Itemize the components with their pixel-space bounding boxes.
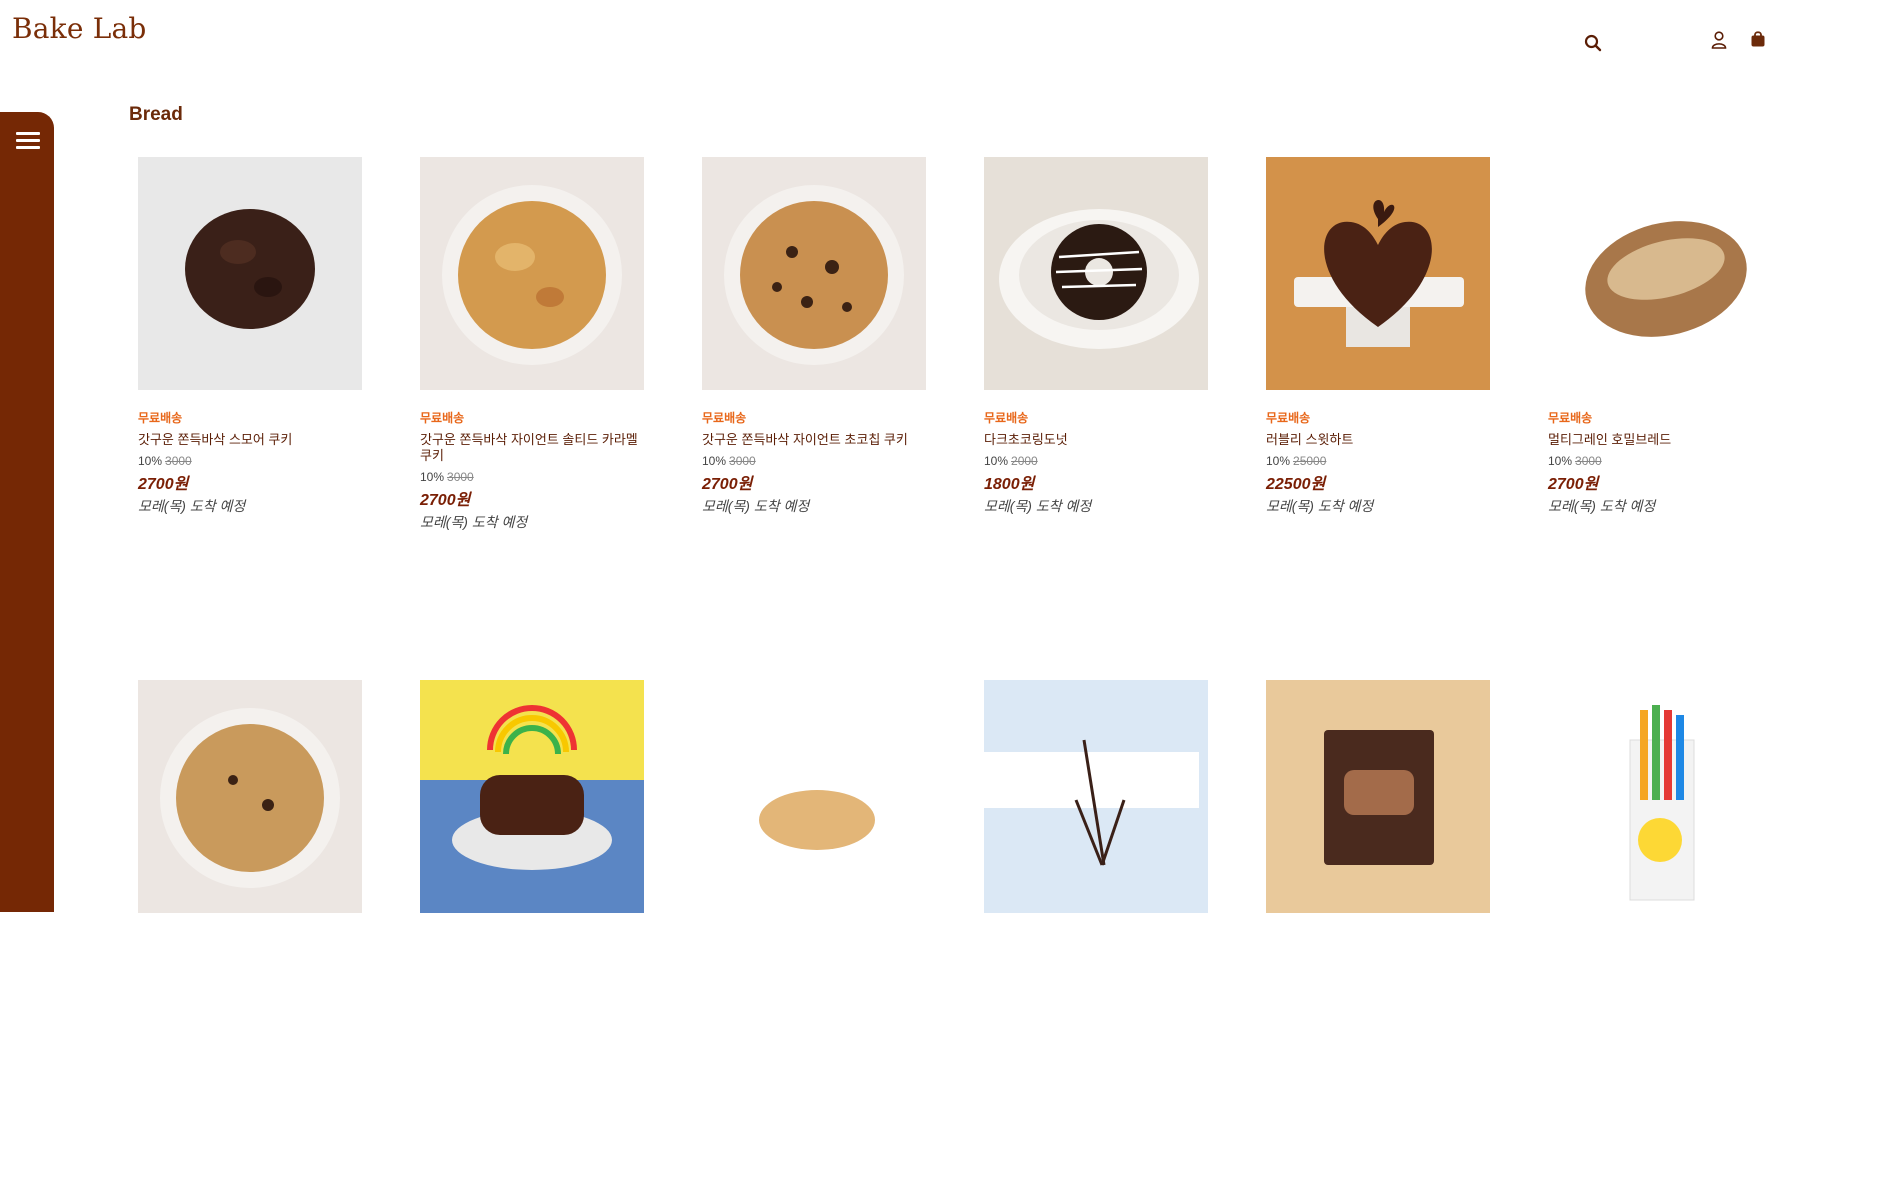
free-shipping-badge: 무료배송 — [138, 411, 183, 425]
free-shipping-badge: 무료배송 — [1266, 411, 1311, 425]
product-image[interactable] — [138, 680, 362, 913]
product-name[interactable]: 러블리 스윗하트 — [1266, 432, 1490, 448]
original-price: 25000 — [1293, 454, 1327, 468]
discount-line: 10% 3000 — [138, 454, 362, 468]
product-card[interactable] — [420, 680, 644, 1203]
product-name[interactable]: 갓구운 쫀득바삭 자이언트 초코칩 쿠키 — [702, 432, 926, 448]
product-name[interactable]: 갓구운 쫀득바삭 자이언트 솔티드 카라멜 쿠키 — [420, 432, 644, 464]
discount-line: 10% 25000 — [1266, 454, 1490, 468]
product-card[interactable]: 무료배송 갓구운 쫀득바삭 자이언트 솔티드 카라멜 쿠키 10% 3000 27… — [420, 157, 644, 680]
discount-rate: 10% — [420, 470, 445, 484]
product-image[interactable] — [702, 157, 926, 390]
product-image[interactable] — [984, 157, 1208, 390]
product-image[interactable] — [138, 157, 362, 390]
discount-rate: 10% — [984, 454, 1009, 468]
free-shipping-badge: 무료배송 — [1548, 411, 1593, 425]
free-shipping-badge: 무료배송 — [702, 411, 747, 425]
delivery-estimate: 모레(목) 도착 예정 — [1266, 498, 1374, 514]
product-card[interactable] — [138, 680, 362, 1203]
product-name[interactable]: 멀티그레인 호밀브레드 — [1548, 432, 1772, 448]
discount-rate: 10% — [702, 454, 727, 468]
product-card[interactable] — [984, 680, 1208, 1203]
delivery-estimate: 모레(목) 도착 예정 — [702, 498, 810, 514]
free-shipping-badge: 무료배송 — [984, 411, 1029, 425]
original-price: 3000 — [447, 470, 474, 484]
sale-price: 2700원 — [702, 476, 753, 493]
delivery-estimate: 모레(목) 도착 예정 — [984, 498, 1092, 514]
discount-line: 10% 3000 — [702, 454, 926, 468]
product-image[interactable] — [1266, 680, 1490, 913]
delivery-estimate: 모레(목) 도착 예정 — [1548, 498, 1656, 514]
original-price: 3000 — [729, 454, 756, 468]
product-card[interactable]: 무료배송 갓구운 쫀득바삭 자이언트 초코칩 쿠키 10% 3000 2700원 … — [702, 157, 926, 680]
free-shipping-badge: 무료배송 — [420, 411, 465, 425]
sale-price: 2700원 — [420, 492, 471, 509]
product-image[interactable] — [702, 680, 926, 913]
product-image[interactable] — [1266, 157, 1490, 390]
sale-price: 22500원 — [1266, 476, 1326, 493]
product-card[interactable]: 무료배송 멀티그레인 호밀브레드 10% 3000 2700원 모레(목) 도착 … — [1548, 157, 1772, 680]
discount-line: 10% 3000 — [420, 470, 644, 484]
discount-rate: 10% — [1548, 454, 1573, 468]
original-price: 2000 — [1011, 454, 1038, 468]
shopping-bag-icon[interactable] — [1750, 30, 1766, 53]
delivery-estimate: 모레(목) 도착 예정 — [138, 498, 246, 514]
product-card[interactable] — [702, 680, 926, 1203]
discount-line: 10% 3000 — [1548, 454, 1772, 468]
logo[interactable]: Bake Lab — [12, 12, 147, 45]
product-image[interactable] — [1548, 157, 1772, 390]
sale-price: 1800원 — [984, 476, 1035, 493]
section-title: Bread — [129, 104, 183, 125]
original-price: 3000 — [1575, 454, 1602, 468]
sidebar — [0, 112, 54, 912]
product-name[interactable]: 갓구운 쫀득바삭 스모어 쿠키 — [138, 432, 362, 448]
discount-rate: 10% — [1266, 454, 1291, 468]
product-image[interactable] — [420, 157, 644, 390]
hamburger-menu-icon[interactable] — [16, 132, 40, 152]
sale-price: 2700원 — [138, 476, 189, 493]
product-image[interactable] — [1548, 680, 1772, 913]
product-grid: 무료배송 갓구운 쫀득바삭 스모어 쿠키 10% 3000 2700원 모레(목)… — [138, 157, 1788, 1203]
user-icon[interactable] — [1711, 31, 1727, 54]
discount-rate: 10% — [138, 454, 163, 468]
product-card[interactable]: 무료배송 갓구운 쫀득바삭 스모어 쿠키 10% 3000 2700원 모레(목)… — [138, 157, 362, 680]
product-card[interactable] — [1548, 680, 1772, 1203]
product-image[interactable] — [984, 680, 1208, 913]
product-name[interactable]: 다크초코링도넛 — [984, 432, 1208, 448]
product-image[interactable] — [420, 680, 644, 913]
sale-price: 2700원 — [1548, 476, 1599, 493]
product-card[interactable] — [1266, 680, 1490, 1203]
discount-line: 10% 2000 — [984, 454, 1208, 468]
product-card[interactable]: 무료배송 러블리 스윗하트 10% 25000 22500원 모레(목) 도착 예… — [1266, 157, 1490, 680]
product-card[interactable]: 무료배송 다크초코링도넛 10% 2000 1800원 모레(목) 도착 예정 — [984, 157, 1208, 680]
delivery-estimate: 모레(목) 도착 예정 — [420, 514, 528, 530]
search-icon[interactable] — [1584, 34, 1602, 57]
original-price: 3000 — [165, 454, 192, 468]
